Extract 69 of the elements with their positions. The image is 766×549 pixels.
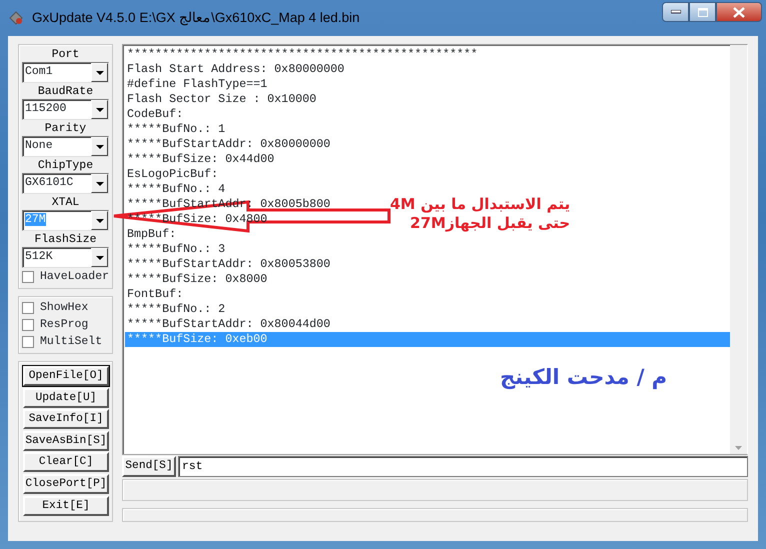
maximize-icon bbox=[698, 8, 708, 16]
dropdown-value: Com1 bbox=[25, 65, 53, 78]
dropdown-value: 115200 bbox=[25, 102, 66, 115]
action-button[interactable]: Update[U] bbox=[23, 388, 109, 408]
checkbox[interactable] bbox=[22, 319, 34, 331]
action-button[interactable]: Clear[C] bbox=[23, 452, 109, 472]
dropdown[interactable]: 512K bbox=[22, 247, 109, 268]
dropdown-arrow-icon bbox=[96, 256, 104, 260]
log-line: Flash Start Address: 0x80000000 bbox=[126, 62, 346, 77]
dropdown-value: 512K bbox=[25, 250, 53, 263]
log-line: *****BufSize: 0x44d00 bbox=[126, 152, 276, 167]
checkbox-label: MultiSelt bbox=[40, 334, 102, 350]
log-line: *****BufNo.: 1 bbox=[126, 122, 226, 137]
log-line: CodeBuf: bbox=[126, 107, 184, 122]
dropdown[interactable]: None bbox=[22, 136, 109, 157]
log-line: #define FlashType==1 bbox=[126, 77, 268, 92]
command-field[interactable]: rst bbox=[178, 456, 748, 477]
log-line: EsLogoPicBuf: bbox=[126, 167, 220, 182]
dropdown-arrow-icon bbox=[96, 182, 104, 186]
log-line: *****BufSize: 0x8000 bbox=[126, 272, 268, 287]
checkbox-label: ShowHex bbox=[40, 300, 88, 316]
log-line: *****BufNo.: 4 bbox=[126, 182, 226, 197]
checkbox[interactable] bbox=[22, 336, 34, 348]
signature-text: م / مدحت الكينج bbox=[500, 364, 668, 392]
field-label: XTAL bbox=[50, 195, 80, 210]
dropdown-arrow-icon bbox=[96, 218, 104, 222]
app-icon bbox=[8, 10, 24, 26]
action-button[interactable]: OpenFile[O] bbox=[23, 366, 109, 386]
log-line: ************************************************** bbox=[126, 47, 479, 62]
maximize-button[interactable] bbox=[689, 2, 716, 22]
log-line: *****BufStartAddr: 0x80053800 bbox=[126, 257, 332, 272]
field-label: ChipType bbox=[36, 158, 94, 173]
log-line: FontBuf: bbox=[126, 287, 184, 302]
log-line: *****BufStartAddr: 0x80000000 bbox=[126, 137, 332, 152]
scroll-down-icon[interactable] bbox=[735, 446, 742, 450]
field-label: FlashSize bbox=[33, 232, 98, 247]
dropdown[interactable]: Com1 bbox=[22, 62, 109, 83]
dropdown[interactable]: GX6101C bbox=[22, 173, 109, 194]
log-line: BmpBuf: bbox=[126, 227, 178, 242]
dropdown-arrow-icon bbox=[96, 70, 104, 74]
annotation-text: يتم الاستبدال ما بين 4M حتى يقبل الجهاز27M bbox=[390, 195, 570, 233]
dropdown-arrow-icon bbox=[96, 144, 104, 148]
field-label: Port bbox=[50, 47, 80, 62]
minimize-button[interactable] bbox=[662, 2, 689, 22]
dropdown-value: GX6101C bbox=[25, 176, 74, 189]
send-button[interactable]: Send[S] bbox=[122, 456, 176, 477]
action-button[interactable]: SaveInfo[I] bbox=[23, 409, 109, 430]
dropdown-arrow-icon bbox=[96, 108, 104, 112]
log-line: Flash Sector Size : 0x10000 bbox=[126, 92, 318, 107]
field-label: Parity bbox=[44, 121, 88, 136]
checkbox[interactable] bbox=[22, 302, 34, 314]
minimize-icon bbox=[670, 10, 680, 14]
action-button[interactable]: ClosePort[P] bbox=[23, 474, 109, 494]
log-line: *****BufNo.: 2 bbox=[126, 302, 226, 317]
checkbox-label: HaveLoader bbox=[40, 269, 109, 285]
action-button[interactable]: SaveAsBin[S] bbox=[23, 430, 109, 451]
log-line: *****BufStartAddr: 0x80044d00 bbox=[126, 317, 332, 332]
log-line: *****BufNo.: 3 bbox=[126, 242, 226, 257]
action-button[interactable]: Exit[E] bbox=[23, 496, 109, 516]
dropdown[interactable]: 115200 bbox=[22, 99, 109, 120]
checkbox[interactable] bbox=[22, 271, 34, 283]
close-icon bbox=[733, 6, 745, 18]
window-title: GxUpdate V4.5.0 E:\GX معالج\Gx610xC_Map 4 led.bin bbox=[32, 8, 360, 28]
close-button[interactable] bbox=[716, 2, 762, 22]
dropdown-value: None bbox=[25, 139, 53, 152]
checkbox-label: ResProg bbox=[40, 317, 88, 333]
field-label: BaudRate bbox=[36, 84, 94, 99]
dropdown-value: 27M bbox=[25, 213, 46, 226]
scrollbar[interactable] bbox=[730, 45, 747, 454]
